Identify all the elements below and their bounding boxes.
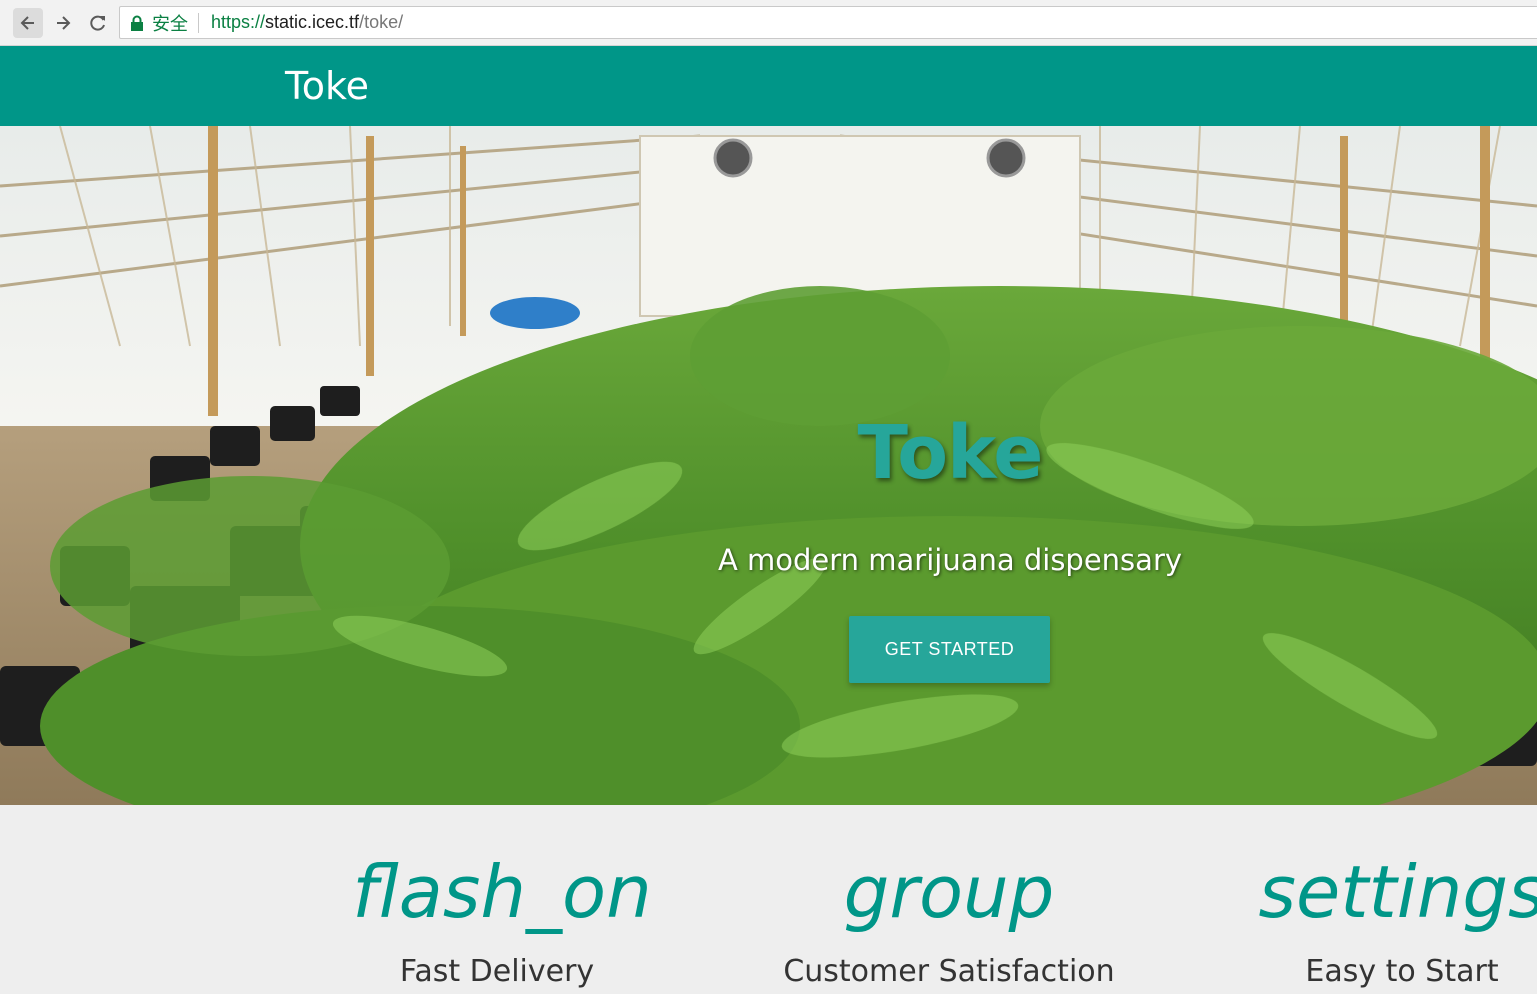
brand-logo[interactable]: Toke [285, 62, 369, 110]
hero-content: Toke A modern marijuana dispensary GET S… [0, 126, 1537, 805]
forward-button[interactable] [48, 8, 78, 38]
feature-label: Fast Delivery [399, 954, 595, 989]
get-started-button[interactable]: GET STARTED [849, 616, 1050, 683]
url-path: /toke/ [359, 12, 404, 32]
hero-title: Toke [857, 410, 1044, 496]
url-host: static.icec.tf [265, 12, 360, 32]
hero-section: Toke A modern marijuana dispensary GET S… [0, 126, 1537, 805]
lock-icon [131, 15, 143, 31]
site-navbar: Toke [0, 46, 1537, 126]
secure-label: 安全 [152, 13, 188, 34]
features-section: flash_on Fast Delivery group Customer Sa… [0, 805, 1537, 994]
arrow-left-icon [20, 16, 34, 30]
feature-easy-to-start: settings Easy to Start [1172, 805, 1537, 992]
url-scheme: https:// [211, 12, 266, 32]
group-icon: group [843, 850, 1055, 934]
feature-label: Customer Satisfaction [783, 954, 1115, 989]
back-button[interactable] [13, 8, 43, 38]
hero-tagline: A modern marijuana dispensary [717, 543, 1183, 577]
address-bar[interactable]: 安全 https://static.icec.tf/toke/ [119, 6, 1537, 39]
feature-customer-satisfaction: group Customer Satisfaction [719, 805, 1179, 992]
browser-toolbar: 安全 https://static.icec.tf/toke/ [0, 0, 1537, 46]
reload-icon [90, 15, 105, 31]
omnibox-divider [198, 12, 199, 33]
flash-on-icon: flash_on [352, 850, 652, 934]
settings-icon: settings [1258, 850, 1537, 934]
feature-label: Easy to Start [1305, 954, 1499, 989]
reload-button[interactable] [83, 8, 113, 38]
feature-fast-delivery: flash_on Fast Delivery [267, 805, 727, 992]
arrow-right-icon [57, 16, 71, 30]
